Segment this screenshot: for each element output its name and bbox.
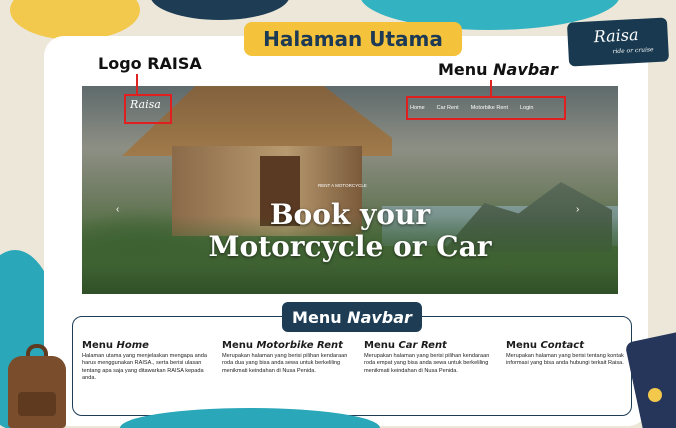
brand-logo-tagline: ride or cruise xyxy=(612,46,654,56)
logo-highlight-box xyxy=(124,94,172,124)
menu-motorbike-heading-em: Motorbike Rent xyxy=(256,340,343,351)
hero-eyebrow: RENT A MOTORCYCLE xyxy=(318,183,367,188)
menu-motorbike-heading-prefix: Menu xyxy=(222,340,257,351)
website-screenshot-hero: Raisa Home Car Rent Motorbike Rent Login… xyxy=(82,86,618,294)
hero-title-line2: Motorcycle or Car xyxy=(208,230,492,263)
hero-title-line1: Book your xyxy=(269,198,431,231)
navbar-callout-label: Menu Navbar xyxy=(438,60,558,79)
menu-contact-heading: Menu Contact xyxy=(506,340,624,351)
menu-car-rent-heading-em: Car Rent xyxy=(398,340,447,351)
menu-home-text: Halaman utama yang menjelaskan mengapa a… xyxy=(82,353,208,382)
logo-callout-label: Logo RAISA xyxy=(98,54,202,73)
navbar-callout-em: Navbar xyxy=(493,60,558,79)
brand-logo-name: Raisa xyxy=(593,24,639,47)
menu-home-heading-em: Home xyxy=(116,340,149,351)
navbar-callout-prefix: Menu xyxy=(438,60,494,79)
menu-home-description: Menu Home Halaman utama yang menjelaskan… xyxy=(82,340,212,383)
suitcase-sticker-illustration xyxy=(648,388,662,402)
brand-logo: Raisa ride or cruise xyxy=(566,17,670,67)
decor-blob-navy xyxy=(150,0,290,20)
menu-contact-text: Merupakan halaman yang berisi tentang ko… xyxy=(506,353,624,367)
menu-car-rent-heading: Menu Car Rent xyxy=(364,340,494,351)
menu-motorbike-description: Menu Motorbike Rent Merupakan halaman ya… xyxy=(222,340,352,375)
decor-blob-yellow xyxy=(10,0,140,40)
page-title: Halaman Utama xyxy=(263,27,443,51)
logo-callout-line xyxy=(136,74,138,96)
menu-car-rent-description: Menu Car Rent Merupakan halaman yang ber… xyxy=(364,340,494,375)
menu-home-heading-prefix: Menu xyxy=(82,340,117,351)
navbar-highlight-box xyxy=(406,96,566,120)
panel-title: Menu Navbar xyxy=(292,308,412,327)
navbar-callout-line xyxy=(490,80,492,96)
panel-title-em: Navbar xyxy=(347,307,412,327)
menu-contact-description: Menu Contact Merupakan halaman yang beri… xyxy=(506,340,624,368)
panel-title-prefix: Menu xyxy=(292,307,348,327)
menu-home-heading: Menu Home xyxy=(82,340,212,351)
panel-title-tab: Menu Navbar xyxy=(282,302,422,332)
page-title-banner: Halaman Utama xyxy=(244,22,462,56)
menu-contact-heading-prefix: Menu xyxy=(506,340,541,351)
menu-motorbike-text: Merupakan halaman yang berisi pilihan ke… xyxy=(222,353,348,374)
menu-motorbike-heading: Menu Motorbike Rent xyxy=(222,340,352,351)
menu-contact-heading-em: Contact xyxy=(540,340,585,351)
backpack-pocket-illustration xyxy=(18,392,56,416)
menu-car-rent-heading-prefix: Menu xyxy=(364,340,399,351)
menu-car-rent-text: Merupakan halaman yang berisi pilihan ke… xyxy=(364,353,490,374)
